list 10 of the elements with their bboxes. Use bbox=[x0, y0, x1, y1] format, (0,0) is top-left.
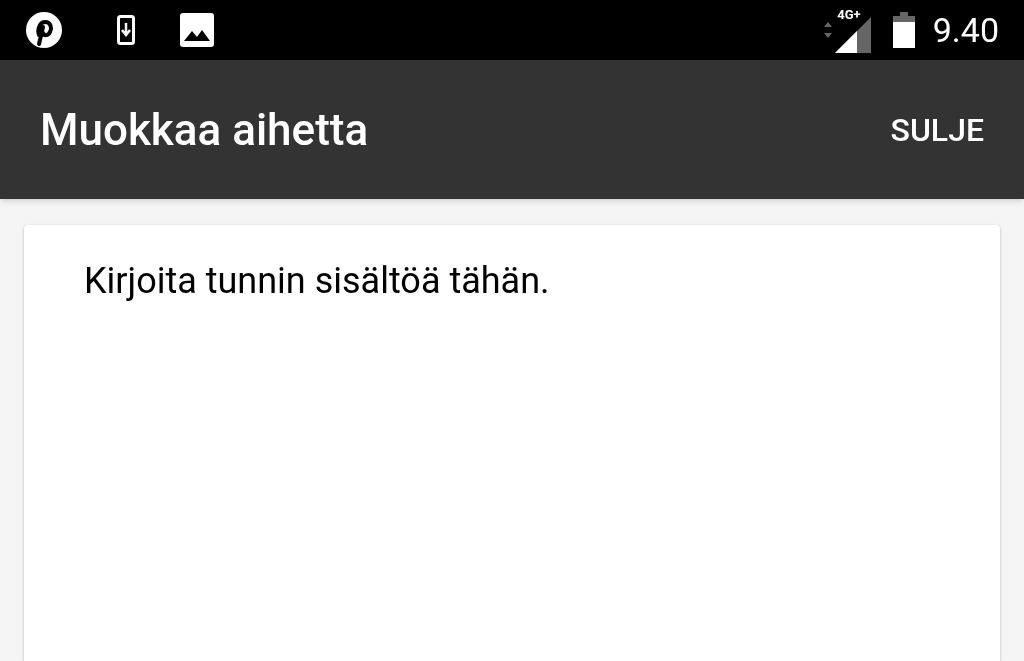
screen-title: Muokkaa aihetta bbox=[40, 102, 370, 158]
network-label: 4G+ bbox=[837, 8, 861, 21]
signal-icon bbox=[834, 17, 871, 53]
clock: 9.40 bbox=[932, 13, 999, 47]
battery-icon bbox=[892, 12, 915, 48]
circle-logo-icon bbox=[25, 11, 63, 49]
download-phone-icon bbox=[117, 15, 135, 45]
close-button[interactable]: SULJE bbox=[890, 105, 984, 154]
image-icon bbox=[180, 13, 214, 47]
text-area[interactable]: Kirjoita tunnin sisältöä tähän. bbox=[24, 225, 1000, 661]
